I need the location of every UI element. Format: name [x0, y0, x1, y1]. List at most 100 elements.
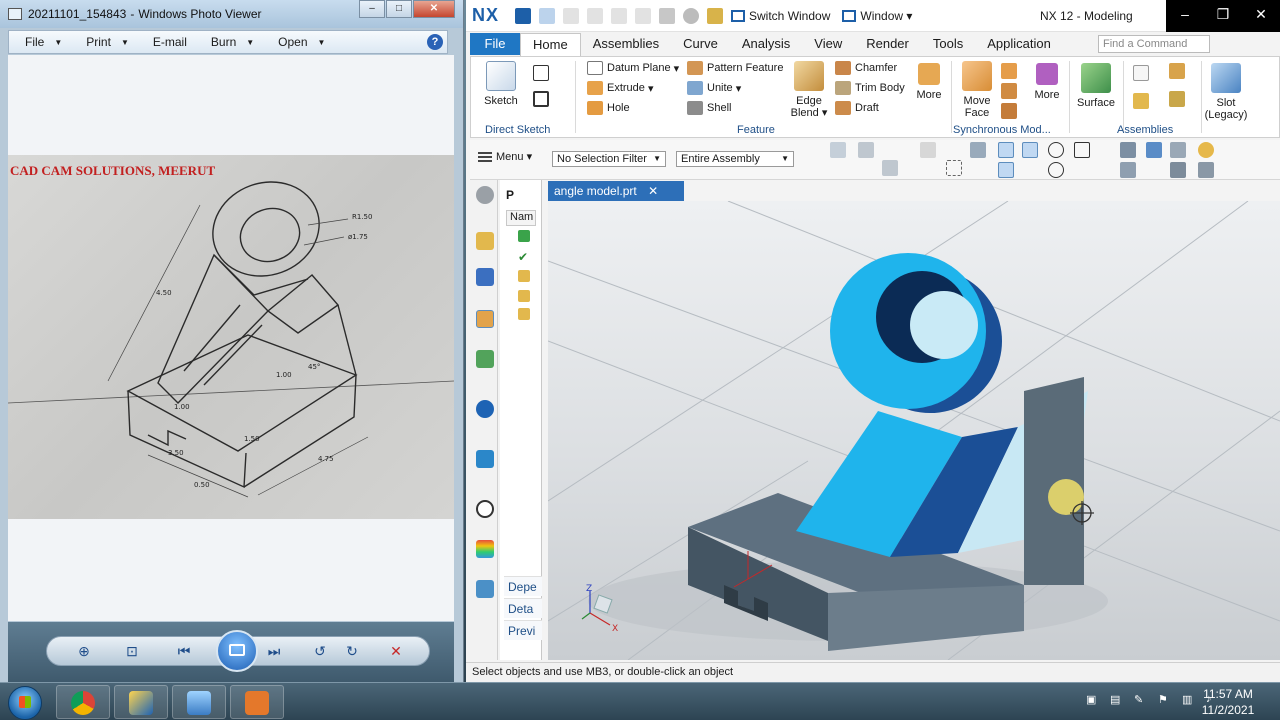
find-command-input[interactable]: Find a Command: [1098, 35, 1210, 53]
assembly-constraints-icon[interactable]: [1169, 63, 1185, 79]
next-icon[interactable]: ⏭: [262, 641, 286, 661]
preview-section[interactable]: Previ: [504, 620, 542, 640]
checkmark-icon[interactable]: ✔: [518, 250, 530, 264]
surface-button[interactable]: Surface: [1073, 63, 1119, 109]
tab-application[interactable]: Application: [975, 33, 1063, 55]
close-button[interactable]: ✕: [1242, 0, 1280, 32]
menu-file[interactable]: File ▼: [9, 35, 70, 49]
menu-button[interactable]: Menu ▾: [478, 150, 532, 163]
part-navigator-icon[interactable]: [476, 310, 494, 328]
sketch-button[interactable]: Sketch: [479, 61, 523, 107]
selection-filter-dropdown[interactable]: No Selection Filter ▼: [552, 151, 666, 167]
taskbar-photo-viewer[interactable]: [172, 685, 226, 719]
tab-curve[interactable]: Curve: [671, 33, 730, 55]
minimize-button[interactable]: –: [359, 0, 385, 18]
details-section[interactable]: Deta: [504, 598, 542, 618]
process-studio-icon[interactable]: [476, 580, 494, 598]
assembly-scope-dropdown[interactable]: Entire Assembly ▼: [676, 151, 794, 167]
tab-tools[interactable]: Tools: [921, 33, 975, 55]
delete-face-icon[interactable]: [1001, 103, 1017, 119]
delete-icon[interactable]: ✕: [384, 641, 408, 661]
dependencies-section[interactable]: Depe: [504, 576, 542, 596]
repeat-command-icon[interactable]: [659, 7, 676, 24]
edge-blend-button[interactable]: Edge Blend ▾: [789, 61, 829, 119]
folder-icon[interactable]: [518, 270, 530, 282]
zoom-icon[interactable]: ⊕: [72, 641, 96, 661]
edit-object-display-icon[interactable]: [1170, 162, 1186, 178]
chamfer-button[interactable]: Chamfer: [835, 61, 897, 75]
paste-icon[interactable]: [635, 7, 652, 24]
settings-icon[interactable]: [476, 186, 494, 204]
close-button[interactable]: ✕: [413, 0, 455, 18]
model-views-icon[interactable]: [518, 230, 530, 242]
pull-face-icon[interactable]: [1001, 63, 1017, 79]
filter-icon[interactable]: [920, 142, 936, 158]
tab-render[interactable]: Render: [854, 33, 921, 55]
help-icon[interactable]: ?: [427, 34, 443, 50]
snap-settings-icon[interactable]: [830, 142, 846, 158]
hd3d-tools-icon[interactable]: [476, 400, 494, 418]
shell-button[interactable]: Shell: [687, 101, 731, 115]
close-icon[interactable]: ✕: [648, 184, 658, 198]
profile-icon[interactable]: [533, 65, 549, 81]
datum-plane-button[interactable]: Datum Plane ▾: [587, 61, 679, 75]
taskbar-nx[interactable]: [114, 685, 168, 719]
tray-icon[interactable]: ✎: [1134, 693, 1150, 707]
undo-icon[interactable]: [539, 7, 556, 24]
mid-point-snap-icon[interactable]: [1022, 142, 1038, 158]
rotate-left-icon[interactable]: ↺: [308, 641, 332, 661]
menu-email[interactable]: E-mail: [137, 35, 195, 49]
sync-more-button[interactable]: More: [1029, 63, 1065, 101]
redo-icon[interactable]: [563, 7, 580, 24]
pattern-feature-button[interactable]: Pattern Feature: [687, 61, 783, 75]
constraint-navigator-icon[interactable]: [476, 268, 494, 286]
taskbar-chrome[interactable]: [56, 685, 110, 719]
tangent-snap-icon[interactable]: [1074, 142, 1090, 158]
unite-button[interactable]: Unite ▾: [687, 81, 741, 95]
slot-legacy-button[interactable]: Slot (Legacy): [1203, 63, 1249, 121]
history-icon[interactable]: [476, 500, 494, 518]
orient-view-icon[interactable]: [1146, 142, 1162, 158]
maximize-button[interactable]: □: [386, 0, 412, 18]
offset-region-icon[interactable]: [1001, 83, 1017, 99]
select-icon[interactable]: [858, 142, 874, 158]
move-face-button[interactable]: Move Face: [959, 61, 995, 119]
taskbar-clock[interactable]: 11:57 AM 11/2/2021: [1198, 686, 1258, 718]
web-browser-icon[interactable]: [476, 450, 494, 468]
system-materials-icon[interactable]: [476, 540, 494, 558]
start-button[interactable]: [8, 686, 42, 720]
slideshow-button[interactable]: [216, 630, 258, 672]
document-tab[interactable]: angle model.prt ✕: [548, 181, 684, 201]
point-snap-icon[interactable]: [1048, 162, 1064, 178]
menu-print[interactable]: Print ▼: [70, 35, 137, 49]
move-component-icon[interactable]: [1169, 91, 1185, 107]
copy-icon[interactable]: [611, 7, 628, 24]
cut-icon[interactable]: [587, 7, 604, 24]
tab-analysis[interactable]: Analysis: [730, 33, 802, 55]
refresh-icon[interactable]: [1120, 162, 1136, 178]
new-component-icon[interactable]: [1133, 93, 1149, 109]
save-icon[interactable]: [515, 7, 532, 24]
extrude-button[interactable]: Extrude ▾: [587, 81, 654, 95]
show-hide-icon[interactable]: [1198, 162, 1214, 178]
network-icon[interactable]: ▥: [1182, 693, 1198, 707]
hole-button[interactable]: Hole: [587, 101, 630, 115]
folder-icon[interactable]: [518, 308, 530, 320]
rectangle-select-icon[interactable]: [946, 160, 962, 176]
flag-icon[interactable]: ⚑: [1158, 693, 1174, 707]
render-style-icon[interactable]: [1170, 142, 1186, 158]
end-point-snap-icon[interactable]: [998, 142, 1014, 158]
tab-assemblies[interactable]: Assemblies: [581, 33, 671, 55]
tray-icon[interactable]: ▤: [1110, 693, 1126, 707]
minimize-button[interactable]: –: [1166, 0, 1204, 32]
select-icon-2[interactable]: [882, 160, 898, 176]
rectangle-icon[interactable]: [533, 91, 549, 107]
view-settings-icon[interactable]: [1120, 142, 1136, 158]
name-column-header[interactable]: Nam: [506, 210, 536, 226]
draft-button[interactable]: Draft: [835, 101, 879, 115]
actual-size-icon[interactable]: ⊡: [120, 641, 144, 661]
rotate-right-icon[interactable]: ↻: [340, 641, 364, 661]
assembly-navigator-icon[interactable]: [476, 232, 494, 250]
feature-more-button[interactable]: More: [911, 63, 947, 101]
line-snap-icon[interactable]: [998, 162, 1014, 178]
